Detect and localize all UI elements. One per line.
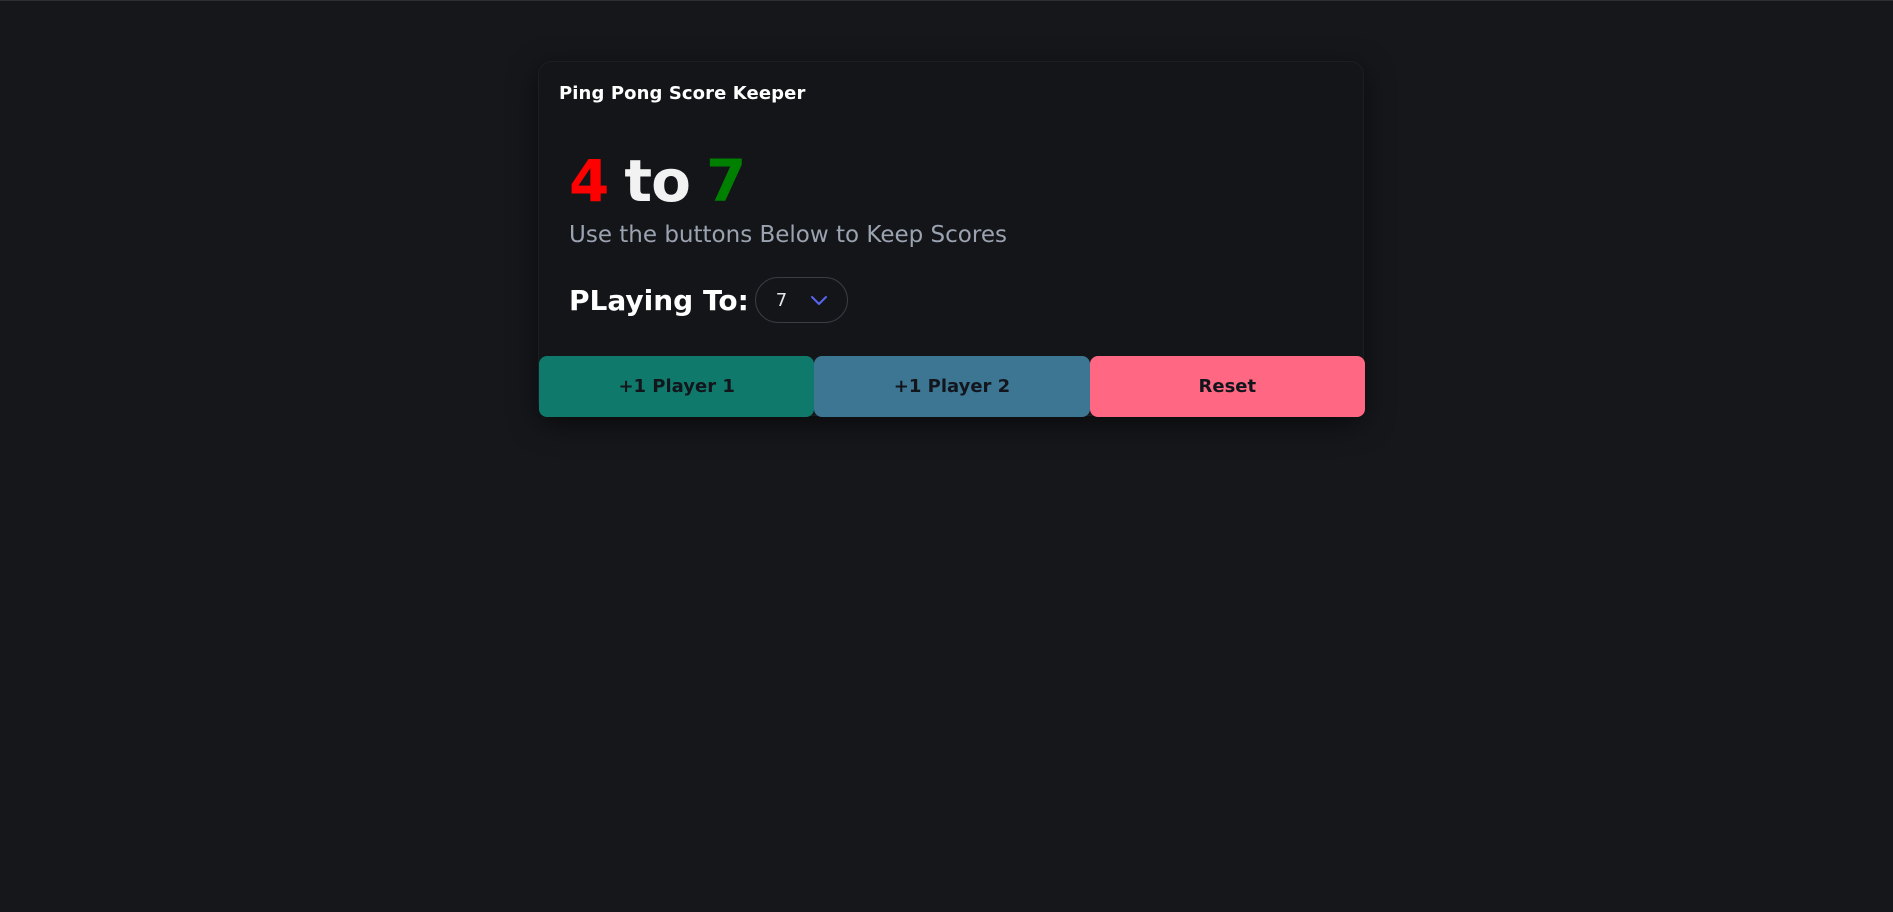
window-top-border (0, 0, 1893, 1)
player2-score: 7 (705, 147, 746, 215)
action-buttons: +1 Player 1 +1 Player 2 Reset (539, 356, 1365, 417)
player1-score: 4 (569, 147, 609, 215)
playing-to-label: PLaying To: (569, 283, 749, 317)
chevron-down-icon (810, 296, 827, 305)
add-point-player2-button[interactable]: +1 Player 2 (814, 356, 1090, 417)
playing-to-value: 7 (775, 289, 788, 311)
playing-to-select[interactable]: 7 (754, 277, 848, 323)
score-display: 4 to 7 (569, 152, 746, 210)
instructions-text: Use the buttons Below to Keep Scores (569, 222, 1007, 248)
add-point-player1-button[interactable]: +1 Player 1 (539, 356, 815, 417)
playing-to-row: PLaying To: 7 (569, 276, 848, 324)
score-keeper-card: Ping Pong Score Keeper 4 to 7 Use the butt… (538, 61, 1365, 417)
reset-button[interactable]: Reset (1089, 356, 1365, 417)
card-title: Ping Pong Score Keeper (559, 83, 806, 104)
score-separator: to (624, 147, 691, 215)
